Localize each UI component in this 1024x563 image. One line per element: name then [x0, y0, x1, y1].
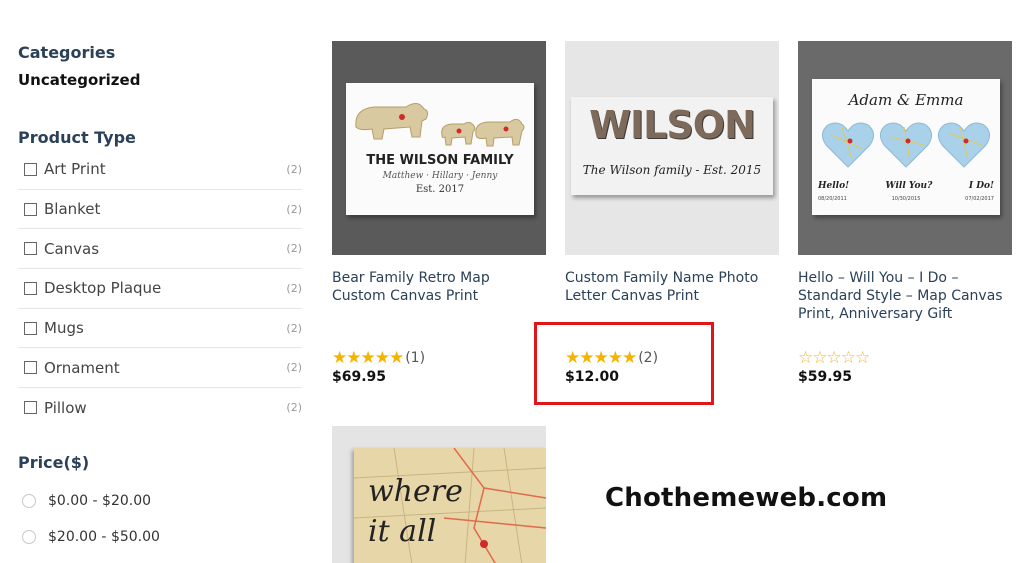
price-title: Price($): [18, 453, 90, 472]
product-image[interactable]: where it all: [332, 426, 546, 563]
product-title[interactable]: Hello – Will You – I Do – Standard Style…: [798, 269, 1012, 341]
filter-blanket[interactable]: Blanket (2): [18, 190, 302, 230]
filter-count: (2): [286, 242, 302, 256]
image-names: Matthew · Hillary · Jenny: [382, 171, 498, 181]
filter-pillow[interactable]: Pillow (2): [18, 388, 302, 428]
image-dates: 08/20/2011 10/30/2015 07/02/2017: [818, 196, 994, 202]
product-type-filter-list: Art Print (2) Blanket (2) Canvas (2) Des…: [18, 150, 302, 428]
canvas-print: Adam & Emma Hello! Will You? I Do! 08/20…: [812, 79, 1000, 215]
product-image[interactable]: THE WILSON FAMILY Matthew · Hillary · Je…: [332, 41, 546, 255]
checkbox[interactable]: [24, 162, 37, 176]
caption-will-you: Will You?: [885, 181, 933, 191]
category-uncategorized[interactable]: Uncategorized: [18, 71, 140, 89]
filter-art-print[interactable]: Art Print (2): [18, 150, 302, 190]
radio-button[interactable]: [22, 494, 36, 508]
product-price: $69.95: [332, 369, 387, 385]
star-rating-empty-icon: ☆☆☆☆☆: [798, 348, 870, 367]
canvas-print: WILSON The Wilson family - Est. 2015: [571, 97, 773, 195]
price-range-option[interactable]: $20.00 - $50.00: [22, 529, 160, 545]
date-3: 07/02/2017: [965, 196, 994, 202]
star-rating-icon: ★★★★★: [332, 348, 404, 367]
map-canvas: where it all: [354, 448, 546, 563]
price-range-option[interactable]: $0.00 - $20.00: [22, 493, 151, 509]
image-captions: Hello! Will You? I Do!: [818, 181, 994, 191]
watermark: Chothemeweb.com: [605, 483, 888, 513]
image-caption: The Wilson family - Est. 2015: [582, 163, 762, 177]
checkbox[interactable]: [24, 401, 37, 415]
rating-count[interactable]: (1): [405, 350, 425, 366]
filter-count: (2): [286, 321, 302, 335]
checkbox[interactable]: [24, 202, 37, 216]
checkbox[interactable]: [24, 361, 37, 375]
filter-label[interactable]: Desktop Plaque: [44, 279, 161, 297]
image-est: Est. 2017: [415, 184, 465, 195]
filter-label[interactable]: Ornament: [44, 359, 120, 377]
filter-count: (2): [286, 202, 302, 216]
radio-button[interactable]: [22, 530, 36, 544]
caption-i-do: I Do!: [968, 181, 994, 191]
filter-label[interactable]: Mugs: [44, 319, 84, 337]
product-type-title: Product Type: [18, 128, 136, 147]
product-title[interactable]: Bear Family Retro Map Custom Canvas Prin…: [332, 269, 546, 341]
date-2: 10/30/2015: [891, 196, 921, 202]
product-price: $59.95: [798, 369, 853, 385]
filter-label[interactable]: Canvas: [44, 240, 99, 258]
image-heading: THE WILSON FAMILY: [366, 153, 514, 168]
checkbox[interactable]: [24, 242, 37, 256]
product-card: THE WILSON FAMILY Matthew · Hillary · Je…: [332, 41, 546, 385]
filter-desktop-plaque[interactable]: Desktop Plaque (2): [18, 269, 302, 309]
image-line-1: where: [368, 474, 463, 509]
product-card: where it all: [332, 426, 546, 563]
heart-maps-illustration: [822, 122, 990, 168]
filter-count: (2): [286, 162, 302, 176]
checkbox[interactable]: [24, 321, 37, 335]
bear-family-illustration: [355, 103, 525, 147]
checkbox[interactable]: [24, 281, 37, 295]
price-range-label[interactable]: $20.00 - $50.00: [48, 529, 160, 545]
product-rating: ☆☆☆☆☆: [798, 349, 1012, 367]
filter-label[interactable]: Pillow: [44, 399, 87, 417]
filter-count: (2): [286, 361, 302, 375]
filter-canvas[interactable]: Canvas (2): [18, 229, 302, 270]
product-card: Adam & Emma Hello! Will You? I Do! 08/20…: [798, 41, 1012, 385]
image-heading: Adam & Emma: [848, 91, 964, 109]
canvas-print: THE WILSON FAMILY Matthew · Hillary · Je…: [346, 83, 534, 215]
caption-hello: Hello!: [818, 181, 850, 191]
filter-label[interactable]: Art Print: [44, 160, 106, 178]
image-line-2: it all: [368, 514, 437, 549]
product-rating: ★★★★★ (1): [332, 349, 546, 367]
highlight-annotation-box: [534, 322, 714, 405]
filter-ornament[interactable]: Ornament (2): [18, 348, 302, 389]
filter-label[interactable]: Blanket: [44, 200, 100, 218]
categories-title: Categories: [18, 43, 116, 62]
product-image[interactable]: Adam & Emma Hello! Will You? I Do! 08/20…: [798, 41, 1012, 255]
photo-letters: WILSON: [589, 103, 756, 147]
filter-count: (2): [286, 281, 302, 295]
product-image[interactable]: WILSON The Wilson family - Est. 2015: [565, 41, 779, 255]
filter-mugs[interactable]: Mugs (2): [18, 309, 302, 349]
date-1: 08/20/2011: [818, 196, 847, 202]
filter-count: (2): [286, 401, 302, 415]
price-range-label[interactable]: $0.00 - $20.00: [48, 493, 151, 509]
